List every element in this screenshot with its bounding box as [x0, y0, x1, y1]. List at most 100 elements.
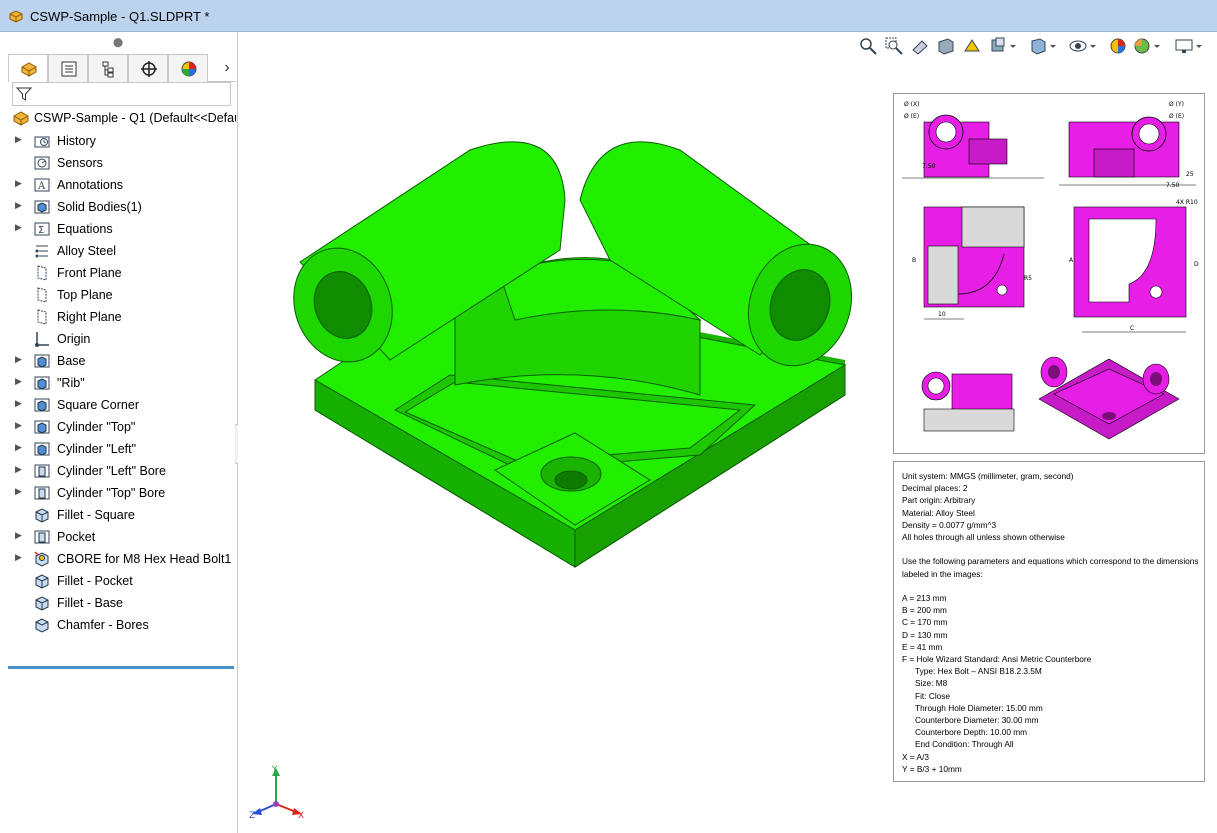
tree-item[interactable]: Fillet - Base — [8, 592, 236, 614]
tree-item[interactable]: ▶ Cylinder "Top" — [8, 416, 236, 438]
info-line: Density = 0.0077 g/mm^3 — [902, 519, 997, 530]
side-view-drawing: Ø (Y) Ø (E) 7.50 25 — [1059, 101, 1196, 189]
tree-item[interactable]: Fillet - Pocket — [8, 570, 236, 592]
tree-item[interactable]: Fillet - Square — [8, 504, 236, 526]
tab-displaymanager[interactable] — [168, 54, 208, 82]
tree-item[interactable]: ▶ "Rib" — [8, 372, 236, 394]
label-dia-e-1: Ø (E) — [904, 113, 919, 120]
crosshair-icon — [141, 61, 157, 77]
tree-item[interactable]: ▶ Σ Equations — [8, 218, 236, 240]
triad-z-label: Z — [249, 811, 255, 820]
tree-item[interactable]: Origin — [8, 328, 236, 350]
label-dia-e-2: Ø (E) — [1169, 113, 1184, 120]
tab-configurationmanager[interactable] — [88, 54, 128, 82]
info-line: All holes through all unless shown other… — [902, 532, 1065, 542]
info-line: B = 200 mm — [902, 605, 947, 616]
tab-dimxpertmanager[interactable] — [128, 54, 168, 82]
dropdown-arrow-icon[interactable] — [1194, 36, 1204, 56]
expand-caret-icon[interactable]: ▶ — [15, 442, 22, 453]
drawing-views: Ø (X) Ø (E) 7.50 Ø (Y) Ø (E) 7.50 25 B R… — [902, 101, 1199, 440]
section-view-icon[interactable] — [936, 36, 956, 56]
info-line: Through Hole Diameter: 15.00 mm — [915, 702, 1043, 713]
expand-caret-icon[interactable]: ▶ — [15, 178, 22, 189]
info-line: A = 213 mm — [902, 593, 947, 603]
tab-propertymanager[interactable] — [48, 54, 88, 82]
triad-x-label: X — [298, 811, 304, 820]
info-line: Y = B/3 + 10mm — [902, 763, 962, 774]
dropdown-arrow-icon[interactable] — [1152, 36, 1162, 56]
tree-item[interactable]: ▶ Cylinder "Top" Bore — [8, 482, 236, 504]
tree-item[interactable]: ▶ Cylinder "Left" — [8, 438, 236, 460]
tree-item[interactable]: Alloy Steel — [8, 240, 236, 262]
panel-grip[interactable]: ⬤ — [0, 32, 236, 52]
fillet-icon — [35, 574, 49, 589]
tree-item[interactable]: Sensors — [8, 152, 236, 174]
tree-item[interactable]: ▶ A Annotations — [8, 174, 236, 196]
previous-view-icon[interactable] — [910, 36, 930, 56]
tree-item-label: Alloy Steel — [57, 244, 117, 258]
tree-item[interactable]: Chamfer - Bores — [8, 614, 236, 636]
expand-caret-icon[interactable]: ▶ — [15, 398, 22, 409]
tab-featuremanager[interactable] — [8, 54, 48, 82]
tree-item[interactable]: Front Plane — [8, 262, 236, 284]
appearance-ball-icon — [181, 61, 197, 77]
view-settings-icon[interactable] — [1174, 36, 1194, 56]
expand-caret-icon[interactable]: ▶ — [15, 354, 22, 365]
info-line: Size: M8 — [915, 678, 948, 689]
expand-caret-icon[interactable]: ▶ — [15, 134, 22, 145]
tree-item-label: "Rib" — [57, 376, 85, 390]
zoom-to-fit-icon[interactable] — [858, 36, 878, 56]
zoom-to-area-icon[interactable] — [884, 36, 904, 56]
display-style-icon[interactable] — [1028, 36, 1048, 56]
edit-appearance-icon[interactable] — [1108, 36, 1128, 56]
tree-item[interactable]: ▶ History — [8, 130, 236, 152]
dropdown-arrow-icon[interactable] — [1088, 36, 1098, 56]
triad-y-label: Y — [271, 765, 278, 775]
tabs-more-chevron-icon[interactable]: › — [218, 56, 236, 80]
part-document-icon — [9, 10, 23, 23]
tree-item[interactable]: ▶ Solid Bodies(1) — [8, 196, 236, 218]
expand-caret-icon[interactable]: ▶ — [15, 200, 22, 211]
hide-show-items-icon[interactable] — [1068, 36, 1088, 56]
front-view-drawing: Ø (X) Ø (E) 7.50 — [902, 101, 1044, 179]
window-title: CSWP-Sample - Q1.SLDPRT * — [30, 9, 210, 24]
tree-item-label: Fillet - Base — [57, 596, 123, 610]
tree-item[interactable]: ▶ Pocket — [8, 526, 236, 548]
info-line: X = A/3 — [902, 751, 929, 762]
expand-caret-icon[interactable]: ▶ — [15, 376, 22, 387]
info-line: Unit system: MMGS (millimeter, gram, sec… — [902, 471, 1074, 481]
tree-item[interactable]: Top Plane — [8, 284, 236, 306]
label-b: B — [912, 257, 916, 264]
fillet-icon — [35, 508, 49, 523]
dropdown-arrow-icon[interactable] — [1008, 36, 1018, 56]
expand-caret-icon[interactable]: ▶ — [15, 464, 22, 475]
tree-item[interactable]: ▶ Cylinder "Left" Bore — [8, 460, 236, 482]
apply-scene-icon[interactable] — [1132, 36, 1152, 56]
info-line: C = 170 mm — [902, 617, 948, 628]
expand-caret-icon[interactable]: ▶ — [15, 222, 22, 233]
expand-caret-icon[interactable]: ▶ — [15, 486, 22, 497]
tree-root-part[interactable]: CSWP-Sample - Q1 (Default<<Defaul — [10, 108, 236, 128]
expand-caret-icon[interactable]: ▶ — [15, 552, 22, 563]
rollback-bar[interactable] — [8, 666, 234, 669]
plane-icon — [37, 265, 47, 281]
cut-extrude-icon — [34, 464, 50, 478]
info-line: Counterbore Depth: 10.00 mm — [915, 727, 1028, 738]
propertymanager-icon — [61, 61, 77, 77]
tree-item[interactable]: Right Plane — [8, 306, 236, 328]
tree-item[interactable]: ▶ Base — [8, 350, 236, 372]
tree-item[interactable]: ▶ CBORE for M8 Hex Head Bolt1 — [8, 548, 236, 570]
tree-item-label: Fillet - Pocket — [57, 574, 133, 588]
tree-item-label: Solid Bodies(1) — [57, 200, 142, 214]
expand-caret-icon[interactable]: ▶ — [15, 530, 22, 541]
tree-item[interactable]: ▶ Square Corner — [8, 394, 236, 416]
tree-filter-field[interactable] — [12, 82, 231, 106]
expand-caret-icon[interactable]: ▶ — [15, 420, 22, 431]
view-orientation-icon[interactable] — [988, 36, 1008, 56]
plane-icon — [37, 309, 47, 325]
info-line: D = 130 mm — [902, 629, 948, 640]
dropdown-arrow-icon[interactable] — [1048, 36, 1058, 56]
info-line: Use the following parameters and equatio… — [902, 556, 1199, 567]
tree-item-label: Origin — [57, 332, 91, 346]
dynamic-annotation-icon[interactable] — [962, 36, 982, 56]
